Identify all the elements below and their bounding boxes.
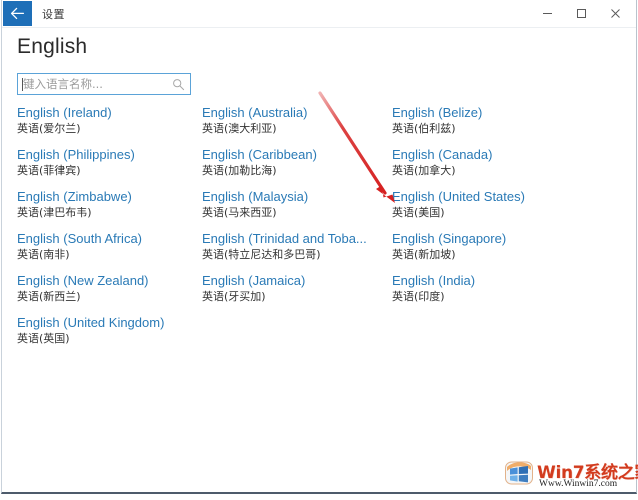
language-column-2: English (Belize) 英语(伯利兹) English (Canada) 英… [392,104,587,314]
language-name-zh: 英语(南非) [17,248,70,261]
back-arrow-icon [10,7,25,20]
language-name-en[interactable]: English (Singapore) [392,230,587,247]
language-item[interactable]: English (Trinidad and Toba... 英语(特立尼达和多巴哥… [202,230,397,272]
language-name-en[interactable]: English (United States) [392,188,587,205]
language-name-en[interactable]: English (Trinidad and Toba... [202,230,397,247]
page-title: English [17,35,88,58]
language-name-zh: 英语(加拿大) [392,164,456,177]
language-name-en[interactable]: English (New Zealand) [17,272,212,289]
language-name-zh: 英语(新西兰) [17,290,81,303]
language-item[interactable]: English (Zimbabwe) 英语(津巴布韦) [17,188,212,230]
language-item[interactable]: English (New Zealand) 英语(新西兰) [17,272,212,314]
language-name-zh: 英语(伯利兹) [392,122,456,135]
settings-window: 设置 English 键入语言名称... English (Ireland) 英… [1,0,638,494]
maximize-icon [576,8,587,19]
language-item[interactable]: English (United Kingdom) 英语(英国) [17,314,212,356]
language-name-en[interactable]: English (United Kingdom) [17,314,212,331]
close-icon [610,8,621,19]
language-name-zh: 英语(加勒比海) [202,164,277,177]
language-list: English (Ireland) 英语(爱尔兰) English (Philipp… [2,104,636,444]
language-item[interactable]: English (Jamaica) 英语(牙买加) [202,272,397,314]
language-name-en[interactable]: English (Australia) [202,104,397,121]
title-bar: 设置 [2,0,636,28]
minimize-button[interactable] [532,0,562,26]
language-name-zh: 英语(特立尼达和多巴哥) [202,248,321,261]
language-item[interactable]: English (Malaysia) 英语(马来西亚) [202,188,397,230]
language-item[interactable]: English (Canada) 英语(加拿大) [392,146,587,188]
close-button[interactable] [600,0,630,26]
watermark-url: Www.Winwin7.com [539,479,618,489]
language-name-en[interactable]: English (Jamaica) [202,272,397,289]
search-box[interactable] [17,73,191,95]
language-name-zh: 英语(新加坡) [392,248,456,261]
language-name-zh: 英语(澳大利亚) [202,122,277,135]
language-item[interactable]: English (Caribbean) 英语(加勒比海) [202,146,397,188]
language-name-en[interactable]: English (Philippines) [17,146,212,163]
minimize-icon [542,8,553,19]
search-input[interactable] [23,74,163,94]
back-button[interactable] [3,1,32,26]
language-name-en[interactable]: English (Ireland) [17,104,212,121]
search-icon[interactable] [172,78,185,91]
language-name-zh: 英语(爱尔兰) [17,122,81,135]
watermark: Win7系统之家 Www.Winwin7.com [505,458,638,494]
language-item[interactable]: English (United States) 英语(美国) [392,188,587,230]
language-column-0: English (Ireland) 英语(爱尔兰) English (Philipp… [17,104,212,356]
language-item[interactable]: English (Singapore) 英语(新加坡) [392,230,587,272]
language-name-en[interactable]: English (Canada) [392,146,587,163]
language-name-zh: 英语(英国) [17,332,70,345]
language-column-1: English (Australia) 英语(澳大利亚) English (Cari… [202,104,397,314]
language-name-en[interactable]: English (Zimbabwe) [17,188,212,205]
language-name-zh: 英语(马来西亚) [202,206,277,219]
language-item[interactable]: English (Philippines) 英语(菲律宾) [17,146,212,188]
language-name-zh: 英语(菲律宾) [17,164,81,177]
language-item[interactable]: English (Belize) 英语(伯利兹) [392,104,587,146]
language-name-zh: 英语(牙买加) [202,290,266,303]
language-name-en[interactable]: English (Caribbean) [202,146,397,163]
language-name-zh: 英语(印度) [392,290,445,303]
language-item[interactable]: English (Australia) 英语(澳大利亚) [202,104,397,146]
language-name-en[interactable]: English (South Africa) [17,230,212,247]
app-title: 设置 [42,8,65,21]
windows-flag-icon [505,460,535,486]
language-item[interactable]: English (India) 英语(印度) [392,272,587,314]
language-name-zh: 英语(津巴布韦) [17,206,92,219]
language-item[interactable]: English (South Africa) 英语(南非) [17,230,212,272]
language-name-en[interactable]: English (India) [392,272,587,289]
language-item[interactable]: English (Ireland) 英语(爱尔兰) [17,104,212,146]
maximize-button[interactable] [566,0,596,26]
language-name-en[interactable]: English (Malaysia) [202,188,397,205]
language-name-en[interactable]: English (Belize) [392,104,587,121]
language-name-zh: 英语(美国) [392,206,445,219]
